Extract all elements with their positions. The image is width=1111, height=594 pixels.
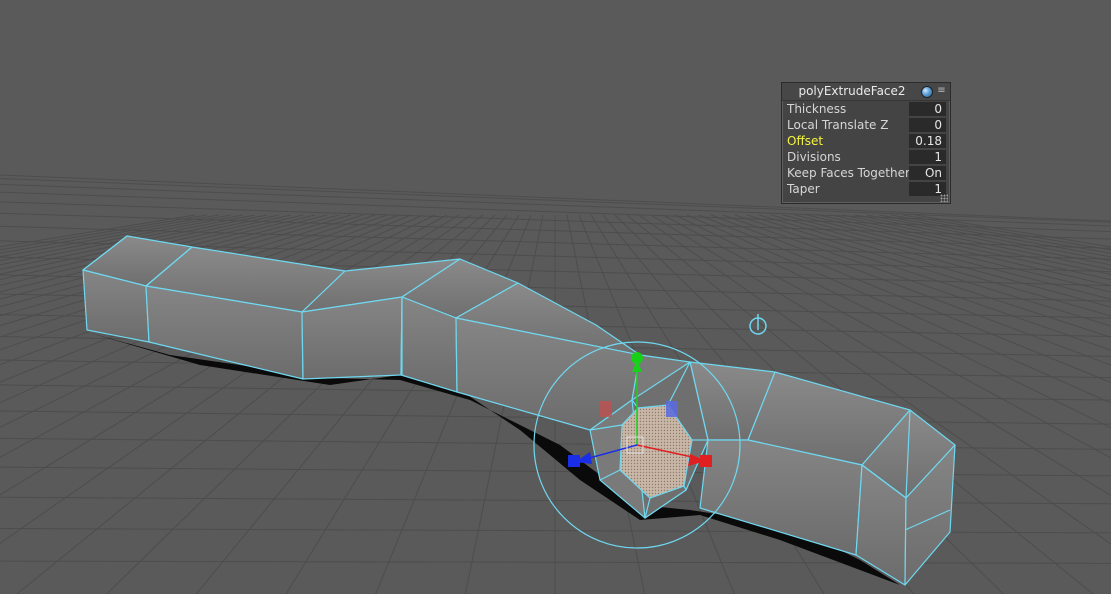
node-name: polyExtrudeFace2 [798,84,906,98]
attribute-row[interactable]: Divisions 1 [782,149,950,165]
attribute-value-field[interactable]: 0 [909,102,946,116]
attribute-label: Offset [787,134,824,148]
attribute-row[interactable]: Offset 0.18 [782,133,950,149]
attribute-label: Taper [787,182,820,196]
attribute-value-field[interactable]: 1 [909,150,946,164]
attribute-row[interactable]: Local Translate Z 0 [782,117,950,133]
attribute-value-field[interactable]: 0 [909,118,946,132]
attribute-label: Thickness [787,102,847,116]
attribute-value-field[interactable]: On [909,166,946,180]
manipulator-plane-blue[interactable] [666,401,678,417]
attribute-label: Local Translate Z [787,118,889,132]
manipulator-plane-red[interactable] [600,401,612,417]
attribute-list: Thickness 0 Local Translate Z 0 Offset 0.18 Di… [782,101,950,197]
attribute-label: Keep Faces Together [787,166,910,180]
channel-box-title-bar: polyExtrudeFace2 ≡ [782,83,950,101]
attribute-row[interactable]: Taper 1 [782,181,950,197]
menu-icon[interactable]: ≡ [937,84,946,98]
resize-grip-icon[interactable] [940,194,948,202]
channel-box-overlay: polyExtrudeFace2 ≡ Thickness 0 Local Trans… [781,82,951,204]
attribute-label: Divisions [787,150,841,164]
globe-icon[interactable] [921,86,933,98]
attribute-value-field[interactable]: 0.18 [909,134,946,148]
attribute-row[interactable]: Thickness 0 [782,101,950,117]
attribute-row[interactable]: Keep Faces Together On [782,165,950,181]
